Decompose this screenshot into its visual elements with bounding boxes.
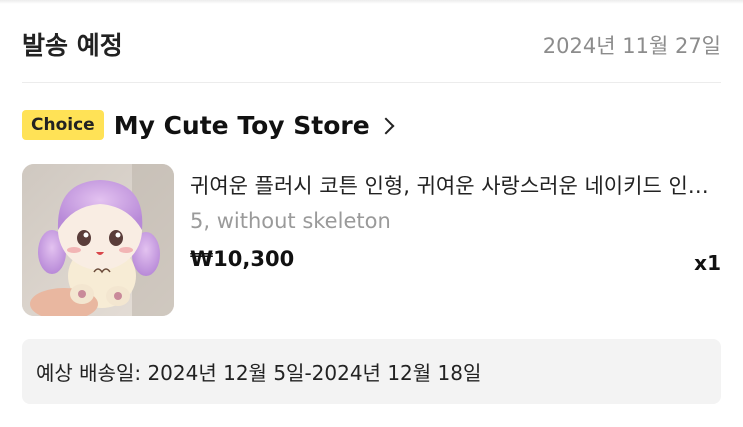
store-name: My Cute Toy Store — [113, 110, 370, 140]
product-variant: 5, without skeleton — [190, 209, 391, 233]
product-title[interactable]: 귀여운 플러시 코튼 인형, 귀여운 사랑스러운 네이키드 인형 장난감 — [190, 170, 720, 200]
choice-badge: Choice — [22, 110, 104, 140]
product-thumbnail[interactable] — [22, 164, 174, 316]
plush-doll-image — [22, 164, 174, 316]
order-date: 2024년 11월 27일 — [542, 34, 721, 58]
store-link[interactable]: Choice My Cute Toy Store — [22, 108, 395, 142]
divider — [22, 82, 721, 83]
order-status-label: 발송 예정 — [22, 31, 123, 60]
delivery-estimate-text: 예상 배송일: 2024년 12월 5일-2024년 12월 18일 — [36, 361, 482, 385]
top-edge-shadow — [0, 0, 743, 4]
chevron-right-icon — [377, 117, 395, 135]
product-quantity: x1 — [694, 251, 721, 275]
product-price: ₩10,300 — [190, 247, 295, 271]
delivery-estimate-panel: 예상 배송일: 2024년 12월 5일-2024년 12월 18일 — [22, 339, 721, 404]
